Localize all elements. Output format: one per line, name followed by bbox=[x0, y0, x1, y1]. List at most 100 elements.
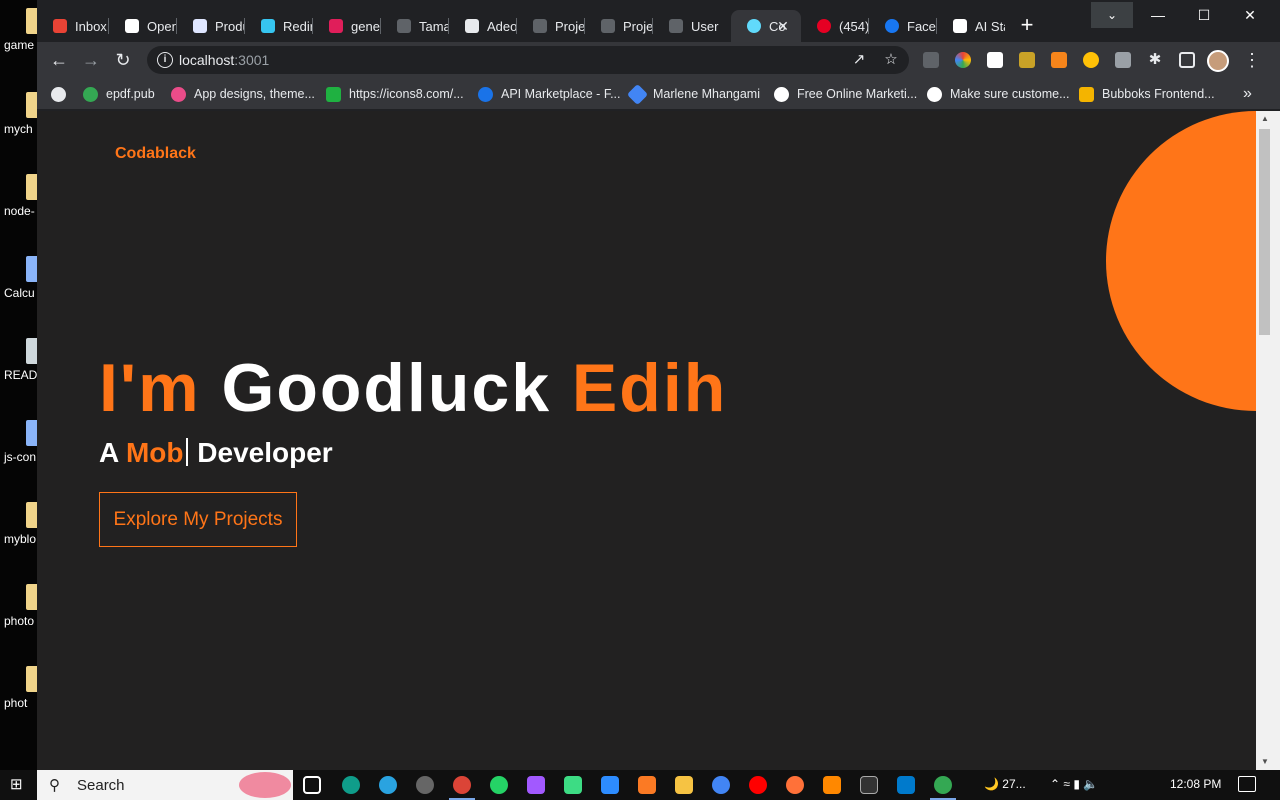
browser-tab[interactable]: User bbox=[653, 10, 721, 42]
desktop-item[interactable]: phot bbox=[0, 666, 37, 736]
vscode-icon[interactable] bbox=[897, 776, 915, 794]
metamask-icon[interactable] bbox=[1051, 52, 1067, 68]
bookmark-item[interactable]: Make sure custome... bbox=[927, 85, 1070, 103]
scroll-thumb[interactable] bbox=[1259, 129, 1270, 335]
taskbar-search[interactable]: ⚲ Search bbox=[37, 770, 293, 800]
chrome-icon[interactable] bbox=[449, 776, 475, 800]
binance-icon[interactable] bbox=[1019, 52, 1035, 68]
file-explorer-icon[interactable] bbox=[675, 776, 693, 794]
bookmark-item[interactable]: API Marketplace - F... bbox=[478, 85, 620, 103]
browser-tab-active[interactable]: Co ✕ bbox=[731, 10, 801, 42]
heart-extension-icon[interactable] bbox=[987, 52, 1003, 68]
terminal-icon[interactable] bbox=[860, 776, 878, 794]
new-tab-button[interactable]: + bbox=[1015, 14, 1039, 38]
tab-label: (454) bbox=[839, 18, 869, 34]
decorative-circle bbox=[1106, 111, 1256, 411]
url-text[interactable]: localhost:3001 bbox=[179, 52, 269, 68]
bookmark-item[interactable]: https://icons8.com/... bbox=[326, 85, 464, 103]
firefox-icon[interactable] bbox=[786, 776, 804, 794]
task-view-icon[interactable] bbox=[303, 776, 321, 794]
explore-projects-button[interactable]: Explore My Projects bbox=[99, 492, 297, 547]
puzzle-icon[interactable]: ✱ bbox=[1147, 52, 1163, 68]
bookmark-item[interactable]: Free Online Marketi... bbox=[774, 85, 917, 103]
chrome-icon[interactable] bbox=[930, 776, 956, 800]
avatar[interactable] bbox=[1207, 50, 1229, 72]
close-icon[interactable]: ✕ bbox=[773, 16, 793, 36]
notification-icon[interactable] bbox=[1238, 776, 1256, 792]
figma-icon[interactable] bbox=[527, 776, 545, 794]
info-icon[interactable]: i bbox=[157, 52, 173, 68]
browser-tab[interactable]: (454) bbox=[801, 10, 869, 42]
zoom-icon[interactable] bbox=[601, 776, 619, 794]
bookmark-item[interactable] bbox=[51, 85, 74, 103]
side-panel-icon[interactable] bbox=[1179, 52, 1195, 68]
address-bar[interactable]: i localhost:3001 ↗ ☆ bbox=[147, 46, 909, 74]
reload-icon: ↻ bbox=[115, 50, 131, 70]
browser-tab[interactable]: Adeo bbox=[449, 10, 517, 42]
bookmarks-overflow-button[interactable]: » bbox=[1243, 85, 1252, 103]
desktop-item[interactable]: READM bbox=[0, 338, 37, 408]
bookmark-item[interactable]: App designs, theme... bbox=[171, 85, 315, 103]
telegram-icon[interactable] bbox=[379, 776, 397, 794]
scroll-up-icon[interactable]: ▲ bbox=[1256, 111, 1274, 127]
arrow-right-icon: → bbox=[82, 50, 100, 70]
browser-tab[interactable]: Inbox bbox=[37, 10, 109, 42]
desktop-item[interactable]: photo bbox=[0, 584, 37, 654]
tab-label: Redir bbox=[283, 18, 313, 34]
tab-search-button[interactable]: ⌄ bbox=[1091, 2, 1133, 28]
page-icon bbox=[953, 19, 967, 33]
app-icon[interactable] bbox=[416, 776, 434, 794]
browser-tab[interactable]: gener bbox=[313, 10, 381, 42]
browser-tab[interactable]: Proje bbox=[585, 10, 653, 42]
android-studio-icon[interactable] bbox=[564, 776, 582, 794]
desktop-item[interactable]: myblo bbox=[0, 502, 37, 572]
chrome-icon[interactable] bbox=[712, 776, 730, 794]
desktop-item[interactable]: Calcu bbox=[0, 256, 37, 326]
extension-icon[interactable] bbox=[1083, 52, 1099, 68]
browser-tab[interactable]: Redir bbox=[245, 10, 313, 42]
share-icon[interactable]: ↗ bbox=[849, 50, 869, 70]
browser-tab[interactable]: Open bbox=[109, 10, 177, 42]
browser-tab[interactable]: Faceb bbox=[869, 10, 937, 42]
youtube-icon[interactable] bbox=[749, 776, 767, 794]
windows-start-icon[interactable]: ⊞ bbox=[10, 777, 26, 793]
desktop-item[interactable]: js-con bbox=[0, 420, 37, 490]
forward-button[interactable]: → bbox=[78, 47, 104, 73]
browser-tab[interactable]: Proje bbox=[517, 10, 585, 42]
site-logo[interactable]: Codablack bbox=[115, 145, 196, 163]
scroll-down-icon[interactable]: ▼ bbox=[1256, 754, 1274, 770]
desktop-item[interactable]: mych bbox=[0, 92, 37, 162]
system-tray[interactable]: ⌃ ≈ ▮ 🔈 bbox=[1050, 777, 1098, 791]
browser-tab[interactable]: Produ bbox=[177, 10, 245, 42]
maximize-button[interactable]: ☐ bbox=[1181, 0, 1227, 30]
desktop-item[interactable]: node- bbox=[0, 174, 37, 244]
browser-tab[interactable]: AI Sta bbox=[937, 10, 1005, 42]
desktop-item-label: js-con bbox=[4, 450, 37, 464]
desktop-item[interactable]: game bbox=[0, 8, 37, 78]
edge-icon[interactable] bbox=[342, 776, 360, 794]
whatsapp-icon[interactable] bbox=[490, 776, 508, 794]
xampp-icon[interactable] bbox=[638, 776, 656, 794]
minimize-button[interactable]: — bbox=[1135, 0, 1181, 30]
page-icon bbox=[533, 19, 547, 33]
bookmark-item[interactable]: Bubboks Frontend... bbox=[1079, 85, 1215, 103]
bookmark-item[interactable]: epdf.pub bbox=[83, 85, 155, 103]
camera-icon[interactable] bbox=[1115, 52, 1131, 68]
extension-c-icon[interactable] bbox=[923, 52, 939, 68]
back-button[interactable]: ← bbox=[46, 47, 72, 73]
vlc-icon[interactable] bbox=[823, 776, 841, 794]
close-window-button[interactable]: ✕ bbox=[1227, 0, 1273, 30]
star-icon[interactable]: ☆ bbox=[881, 50, 901, 70]
subtitle-prefix: A bbox=[99, 437, 119, 468]
bookmark-label: epdf.pub bbox=[106, 87, 155, 101]
browser-tab[interactable]: Tamal bbox=[381, 10, 449, 42]
weather-widget[interactable]: 🌙 27... bbox=[984, 777, 1026, 791]
menu-button[interactable]: ⋮ bbox=[1239, 47, 1265, 73]
minimize-icon: — bbox=[1151, 7, 1165, 23]
color-picker-icon[interactable] bbox=[955, 52, 971, 68]
reload-button[interactable]: ↻ bbox=[110, 47, 136, 73]
bookmark-item[interactable]: Marlene Mhangami bbox=[626, 83, 760, 105]
bookmark-label: https://icons8.com/... bbox=[349, 87, 464, 101]
scrollbar[interactable]: ▲ ▼ bbox=[1256, 111, 1280, 770]
clock[interactable]: 12:08 PM bbox=[1170, 777, 1221, 791]
